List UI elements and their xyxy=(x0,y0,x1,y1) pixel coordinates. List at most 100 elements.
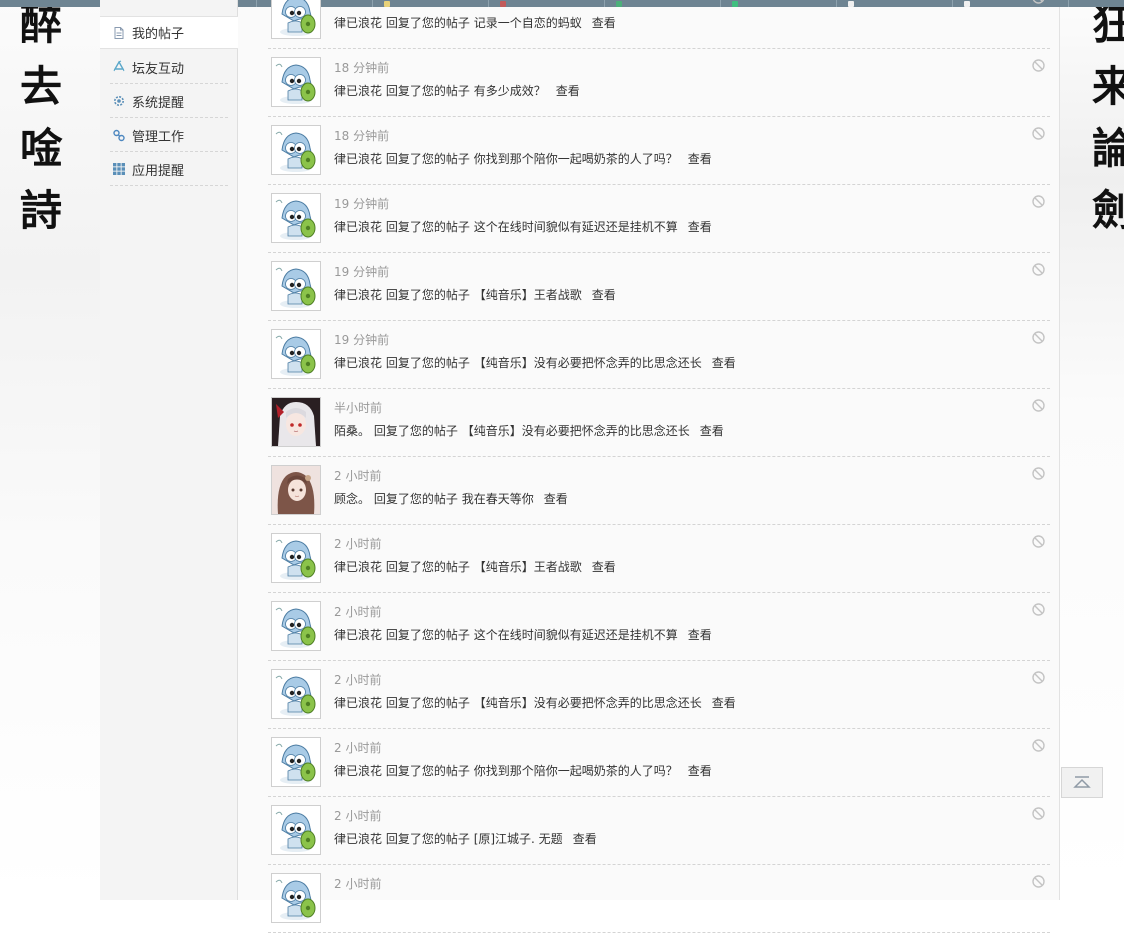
notice-username[interactable]: 陌桑。 xyxy=(334,424,370,438)
sidebar-item-system-reminders[interactable]: 系统提醒 xyxy=(110,85,228,118)
notice-username[interactable]: 律已浪花 xyxy=(334,356,382,370)
sidebar-item-forum-interaction[interactable]: 坛友互动 xyxy=(110,51,228,84)
notice-username[interactable]: 顾念。 xyxy=(334,492,370,506)
notice-post-subject[interactable]: 你找到那个陪你一起喝奶茶的人了吗？ xyxy=(474,764,678,778)
notice-message: 陌桑。 回复了您的帖子 【纯音乐】没有必要把怀念弄的比思念还长 查看 xyxy=(334,422,724,439)
ignore-icon[interactable] xyxy=(1032,0,1045,4)
notice-post-subject[interactable]: 有多少成效？ xyxy=(474,84,546,98)
notice-post-subject[interactable]: 你找到那个陪你一起喝奶茶的人了吗？ xyxy=(474,152,678,166)
view-link[interactable]: 查看 xyxy=(592,560,616,574)
notice-action: 回复了您的帖子 xyxy=(385,628,470,642)
back-to-top-button[interactable] xyxy=(1061,767,1103,798)
ignore-icon[interactable] xyxy=(1032,127,1045,140)
ignore-icon[interactable] xyxy=(1032,535,1045,548)
ignore-icon[interactable] xyxy=(1032,875,1045,888)
notice-item: 18 分钟前 律已浪花 回复了您的帖子 有多少成效？ 查看 xyxy=(268,49,1050,117)
ignore-icon[interactable] xyxy=(1032,671,1045,684)
notice-post-subject[interactable]: 【纯音乐】没有必要把怀念弄的比思念还长 xyxy=(474,696,702,710)
ignore-icon[interactable] xyxy=(1032,263,1045,276)
avatar[interactable] xyxy=(271,57,321,107)
notice-item: 半小时前 陌桑。 回复了您的帖子 【纯音乐】没有必要把怀念弄的比思念还长 查看 xyxy=(268,389,1050,457)
view-link[interactable]: 查看 xyxy=(712,696,736,710)
notice-time: 2 小时前 xyxy=(334,673,382,687)
avatar[interactable] xyxy=(271,397,321,447)
notice-username[interactable]: 律已浪花 xyxy=(334,628,382,642)
calligraphy-char: 狂 xyxy=(1092,0,1124,49)
notice-message: 律已浪花 回复了您的帖子 这个在线时间貌似有延迟还是挂机不算 查看 xyxy=(334,626,712,643)
ignore-icon[interactable] xyxy=(1032,807,1045,820)
notice-username[interactable]: 律已浪花 xyxy=(334,152,382,166)
ignore-icon[interactable] xyxy=(1032,399,1045,412)
notice-time: 18 分钟前 xyxy=(334,129,390,143)
notice-item: 2 小时前 律已浪花 回复了您的帖子 [原]江城子. 无题 查看 xyxy=(268,797,1050,865)
notice-post-subject[interactable]: 【纯音乐】没有必要把怀念弄的比思念还长 xyxy=(462,424,690,438)
notice-post-subject[interactable]: 【纯音乐】没有必要把怀念弄的比思念还长 xyxy=(474,356,702,370)
notice-action: 回复了您的帖子 xyxy=(385,152,470,166)
notice-username[interactable]: 律已浪花 xyxy=(334,832,382,846)
notice-post-subject[interactable]: 这个在线时间貌似有延迟还是挂机不算 xyxy=(474,220,678,234)
arrow-up-icon xyxy=(1073,776,1091,788)
view-link[interactable]: 查看 xyxy=(712,356,736,370)
left-calligraphy-banner: 醉 去 唫 詩 xyxy=(20,0,80,242)
calligraphy-char: 詩 xyxy=(20,186,63,235)
notice-item: 18 分钟前 律已浪花 回复了您的帖子 你找到那个陪你一起喝奶茶的人了吗？ 查看 xyxy=(268,117,1050,185)
notice-post-subject[interactable]: 【纯音乐】王者战歌 xyxy=(474,560,582,574)
ignore-icon[interactable] xyxy=(1032,739,1045,752)
sidebar-item-app-reminders[interactable]: 应用提醒 xyxy=(110,153,228,186)
view-link[interactable]: 查看 xyxy=(592,288,616,302)
sidebar-item-my-posts[interactable]: 我的帖子 xyxy=(100,16,238,49)
notice-post-subject[interactable]: 我在春天等你 xyxy=(462,492,534,506)
grid-icon xyxy=(113,163,125,175)
notice-username[interactable]: 律已浪花 xyxy=(334,16,382,30)
avatar[interactable] xyxy=(271,533,321,583)
notice-action: 回复了您的帖子 xyxy=(385,288,470,302)
calligraphy-char: 来 xyxy=(1092,62,1124,111)
notice-username[interactable]: 律已浪花 xyxy=(334,288,382,302)
notice-item: 律已浪花 回复了您的帖子 记录一个自恋的蚂蚁 查看 xyxy=(268,0,1050,49)
notice-message: 律已浪花 回复了您的帖子 【纯音乐】王者战歌 查看 xyxy=(334,558,616,575)
notice-message: 律已浪花 回复了您的帖子 【纯音乐】没有必要把怀念弄的比思念还长 查看 xyxy=(334,354,736,371)
notice-username[interactable]: 律已浪花 xyxy=(334,84,382,98)
avatar[interactable] xyxy=(271,601,321,651)
view-link[interactable]: 查看 xyxy=(688,764,712,778)
avatar[interactable] xyxy=(271,329,321,379)
view-link[interactable]: 查看 xyxy=(688,628,712,642)
notice-post-subject[interactable]: 这个在线时间貌似有延迟还是挂机不算 xyxy=(474,628,678,642)
view-link[interactable]: 查看 xyxy=(556,84,580,98)
view-link[interactable]: 查看 xyxy=(688,152,712,166)
notice-username[interactable]: 律已浪花 xyxy=(334,696,382,710)
avatar[interactable] xyxy=(271,805,321,855)
sidebar-item-admin-work[interactable]: 管理工作 xyxy=(110,119,228,152)
avatar[interactable] xyxy=(271,125,321,175)
avatar[interactable] xyxy=(271,193,321,243)
notice-item: 2 小时前 律已浪花 回复了您的帖子 【纯音乐】没有必要把怀念弄的比思念还长 查看 xyxy=(268,661,1050,729)
ignore-icon[interactable] xyxy=(1032,603,1045,616)
notice-time: 19 分钟前 xyxy=(334,265,390,279)
avatar[interactable] xyxy=(271,465,321,515)
notice-message: 律已浪花 回复了您的帖子 你找到那个陪你一起喝奶茶的人了吗？ 查看 xyxy=(334,150,712,167)
notice-post-subject[interactable]: 记录一个自恋的蚂蚁 xyxy=(474,16,582,30)
avatar[interactable] xyxy=(271,873,321,923)
ignore-icon[interactable] xyxy=(1032,467,1045,480)
avatar[interactable] xyxy=(271,737,321,787)
ignore-icon[interactable] xyxy=(1032,331,1045,344)
ignore-icon[interactable] xyxy=(1032,59,1045,72)
notice-post-subject[interactable]: [原]江城子. 无题 xyxy=(474,832,563,846)
view-link[interactable]: 查看 xyxy=(688,220,712,234)
view-link[interactable]: 查看 xyxy=(592,16,616,30)
notice-username[interactable]: 律已浪花 xyxy=(334,220,382,234)
avatar[interactable] xyxy=(271,0,321,39)
view-link[interactable]: 查看 xyxy=(544,492,568,506)
notice-username[interactable]: 律已浪花 xyxy=(334,560,382,574)
notice-action: 回复了您的帖子 xyxy=(385,356,470,370)
avatar[interactable] xyxy=(271,669,321,719)
ignore-icon[interactable] xyxy=(1032,195,1045,208)
notice-message: 律已浪花 回复了您的帖子 你找到那个陪你一起喝奶茶的人了吗？ 查看 xyxy=(334,762,712,779)
notice-post-subject[interactable]: 【纯音乐】王者战歌 xyxy=(474,288,582,302)
notice-time: 18 分钟前 xyxy=(334,61,390,75)
view-link[interactable]: 查看 xyxy=(700,424,724,438)
avatar[interactable] xyxy=(271,261,321,311)
view-link[interactable]: 查看 xyxy=(573,832,597,846)
notice-username[interactable]: 律已浪花 xyxy=(334,764,382,778)
notice-time: 2 小时前 xyxy=(334,469,382,483)
